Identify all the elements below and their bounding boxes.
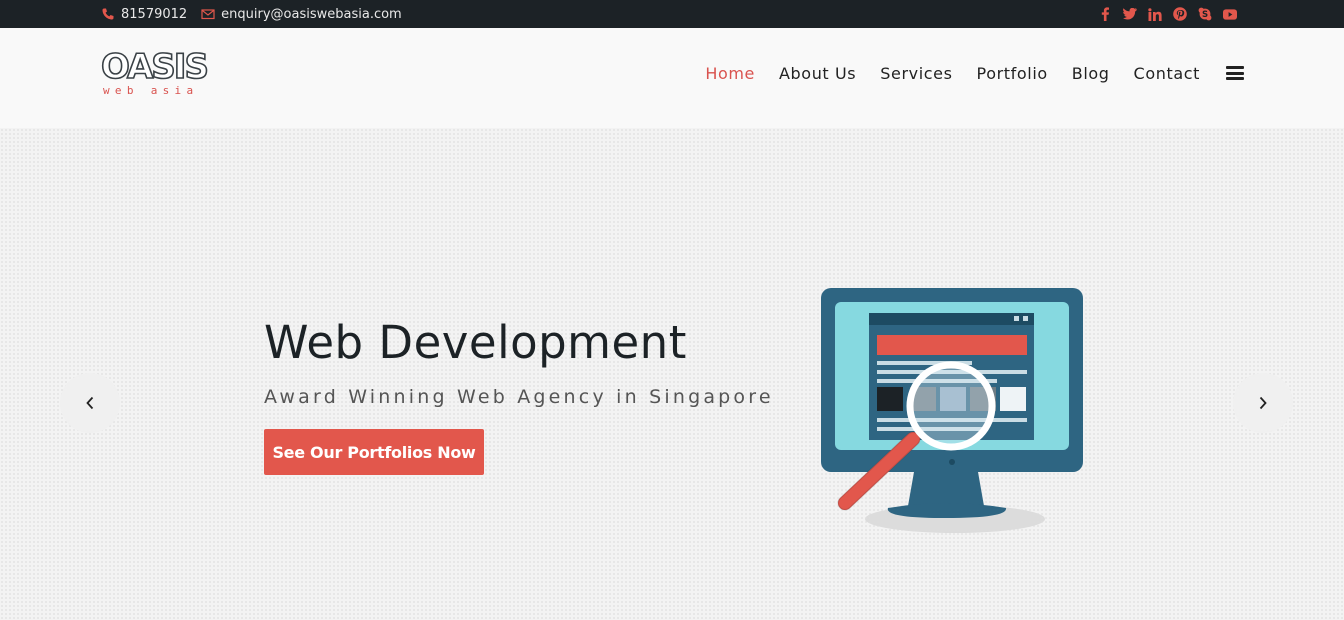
- phone-number: 81579012: [121, 6, 188, 22]
- hero-tagline: Award Winning Web Agency in Singapore: [264, 386, 774, 408]
- email-address: enquiry@oasiswebasia.com: [221, 6, 402, 22]
- svg-text:S: S: [1202, 10, 1208, 20]
- envelope-icon: [201, 9, 215, 20]
- hero-slider: Web Development Award Winning Web Agency…: [0, 128, 1344, 620]
- main-nav: Home About Us Services Portfolio Blog Co…: [681, 28, 1244, 118]
- nav-item-home[interactable]: Home: [705, 64, 755, 83]
- slider-next-button[interactable]: [1233, 373, 1293, 433]
- phone-item[interactable]: 81579012: [101, 7, 187, 22]
- site-header: OASIS web asia Home About Us Services Po…: [0, 28, 1344, 128]
- email-item[interactable]: enquiry@oasiswebasia.com: [201, 7, 402, 22]
- chevron-right-icon: [1259, 396, 1267, 410]
- youtube-icon[interactable]: [1223, 7, 1237, 21]
- nav-item-contact[interactable]: Contact: [1134, 64, 1200, 83]
- logo-wordmark: OASIS: [100, 47, 210, 87]
- chevron-left-icon: [86, 396, 94, 410]
- menu-icon[interactable]: [1226, 66, 1244, 80]
- twitter-icon[interactable]: [1123, 7, 1137, 21]
- nav-item-portfolio[interactable]: Portfolio: [977, 64, 1048, 83]
- facebook-icon[interactable]: [1098, 7, 1112, 21]
- nav-item-blog[interactable]: Blog: [1072, 64, 1110, 83]
- social-links: S: [1087, 0, 1237, 28]
- phone-icon: [102, 8, 114, 20]
- top-bar: 81579012 enquiry@oasiswebasia.com S: [0, 0, 1344, 28]
- nav-item-services[interactable]: Services: [880, 64, 952, 83]
- linkedin-icon[interactable]: [1148, 7, 1162, 21]
- site-logo[interactable]: OASIS web asia: [100, 47, 210, 101]
- monitor-magnifier-illustration: [821, 288, 1083, 533]
- skype-icon[interactable]: S: [1198, 7, 1212, 21]
- pinterest-icon[interactable]: [1173, 7, 1187, 21]
- logo-subtitle: web asia: [103, 84, 199, 97]
- contact-info: 81579012 enquiry@oasiswebasia.com: [101, 0, 416, 28]
- slider-prev-button[interactable]: [60, 373, 120, 433]
- nav-item-about-us[interactable]: About Us: [779, 64, 856, 83]
- portfolio-cta-button[interactable]: See Our Portfolios Now: [264, 429, 484, 475]
- hero-title: Web Development: [264, 316, 687, 369]
